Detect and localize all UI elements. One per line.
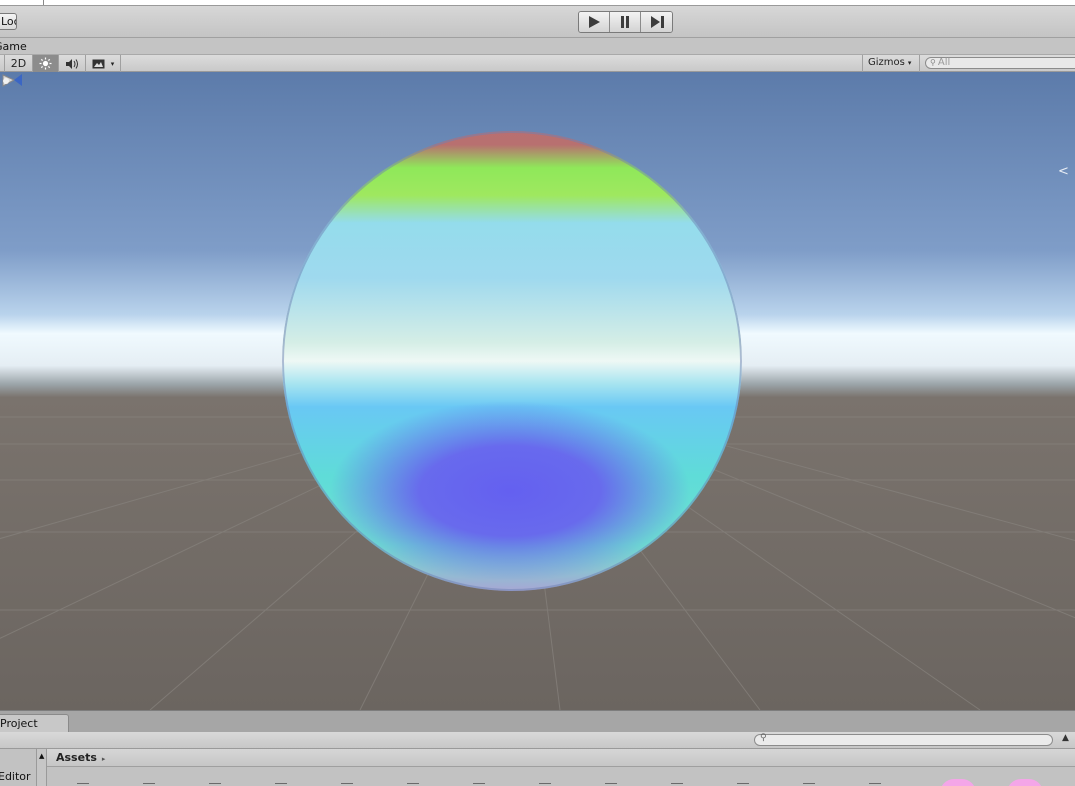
effects-dropdown-button[interactable]: ▾ <box>86 55 121 72</box>
play-button[interactable] <box>579 12 610 32</box>
asset-thumbnail-material[interactable] <box>1007 779 1043 786</box>
pivot-rotation-label: Local <box>1 15 16 28</box>
image-icon <box>92 59 105 68</box>
sphere-rim-shading <box>282 131 742 591</box>
audio-toggle-button[interactable] <box>59 55 86 72</box>
lock-icon[interactable]: ▲ <box>1062 733 1069 743</box>
chevron-right-icon: ▸ <box>101 755 106 763</box>
search-icon: ⚲ <box>930 58 936 67</box>
asset-thumbnail[interactable] <box>671 783 683 784</box>
breadcrumb-assets[interactable]: Assets <box>56 751 97 764</box>
panel-splitter[interactable]: ▲ <box>37 749 47 786</box>
scene-view-bar: 2D ▾ Gizmos ▾ ⚲ All <box>0 54 1075 72</box>
asset-thumbnail[interactable] <box>869 783 881 784</box>
view-tab-row: Game <box>0 38 1075 54</box>
tree-item-editor[interactable]: Editor <box>0 770 31 783</box>
scroll-up-icon[interactable]: ▲ <box>39 752 44 760</box>
top-tick <box>43 0 44 5</box>
asset-thumbnails-row <box>77 783 937 785</box>
asset-thumbnail[interactable] <box>275 783 287 784</box>
project-tab-bar: Project <box>0 710 1075 733</box>
tab-project[interactable]: Project <box>0 714 69 733</box>
asset-thumbnail[interactable] <box>539 783 551 784</box>
breadcrumb: Assets ▸ <box>47 749 1075 767</box>
pause-button[interactable] <box>610 12 641 32</box>
chevron-down-icon: ▾ <box>110 59 115 68</box>
playback-controls <box>578 11 673 33</box>
asset-thumbnail[interactable] <box>143 783 155 784</box>
play-icon <box>589 16 600 28</box>
gizmos-dropdown[interactable]: Gizmos ▾ <box>862 55 920 72</box>
scene-search-placeholder: All <box>937 57 951 68</box>
step-button[interactable] <box>641 12 672 32</box>
asset-thumbnail[interactable] <box>77 783 89 784</box>
main-toolbar: Local <box>0 6 1075 38</box>
scene-search-input[interactable]: ⚲ All <box>925 57 1075 69</box>
project-toolbar: ⚲ ▲ <box>0 732 1075 749</box>
asset-thumbnail[interactable] <box>803 783 815 784</box>
sun-icon <box>39 57 52 70</box>
project-asset-area: Assets ▸ <box>47 749 1075 786</box>
asset-thumbnail[interactable] <box>605 783 617 784</box>
scene-orientation-gizmo-icon[interactable] <box>0 72 24 90</box>
2d-toggle-button[interactable]: 2D <box>5 55 33 72</box>
tab-game[interactable]: Game <box>0 40 27 53</box>
perspective-label: < <box>1058 164 1069 179</box>
project-folder-tree: Editor <box>0 749 37 786</box>
search-icon: ⚲ <box>760 733 767 743</box>
project-tab-label: Project <box>0 717 38 730</box>
asset-thumbnail[interactable] <box>737 783 749 784</box>
lighting-toggle-button[interactable] <box>33 55 59 72</box>
asset-thumbnail[interactable] <box>473 783 485 784</box>
step-icon <box>650 16 664 28</box>
asset-thumbnail[interactable] <box>407 783 419 784</box>
speaker-icon <box>66 58 78 69</box>
scene-viewport[interactable]: < <box>0 72 1075 710</box>
gizmos-label: Gizmos <box>868 57 905 68</box>
pause-icon <box>621 16 629 28</box>
chevron-down-icon: ▾ <box>907 59 912 67</box>
asset-thumbnail-material[interactable] <box>940 779 976 786</box>
project-search-input[interactable]: ⚲ <box>754 733 1053 746</box>
2d-toggle-label: 2D <box>10 57 27 70</box>
asset-thumbnail[interactable] <box>341 783 353 784</box>
pivot-rotation-button[interactable]: Local <box>0 13 17 30</box>
asset-thumbnail[interactable] <box>209 783 221 784</box>
